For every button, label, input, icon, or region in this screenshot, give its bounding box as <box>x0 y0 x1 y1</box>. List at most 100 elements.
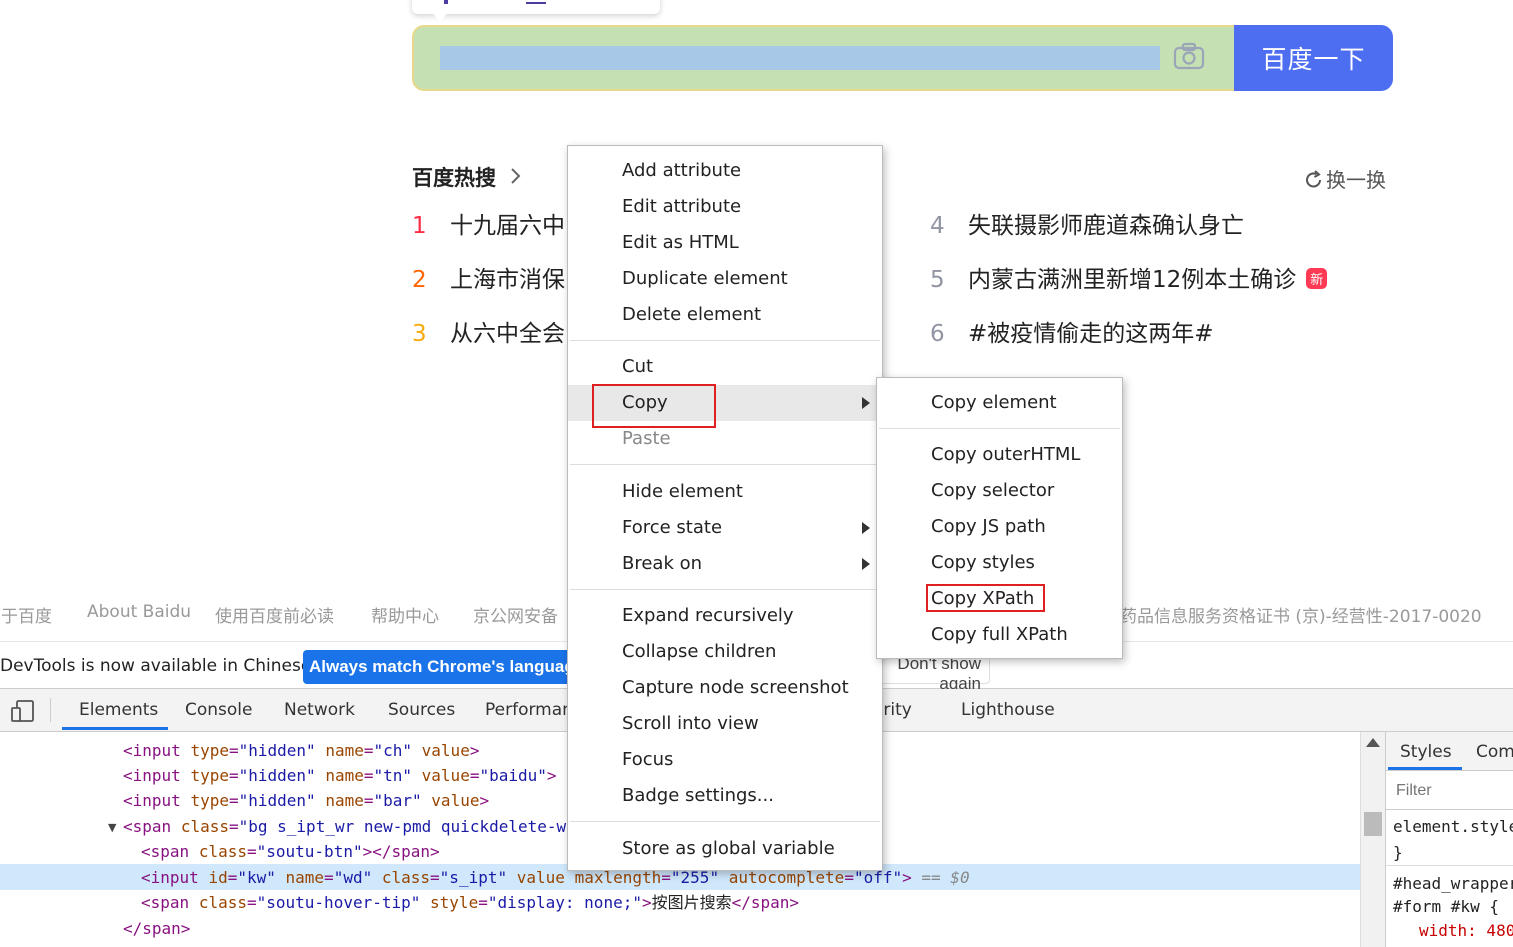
tag: > <box>469 741 480 760</box>
style-rule-selector: #form #kw { <box>1393 897 1499 916</box>
menu-copy[interactable]: Copy <box>568 385 882 421</box>
attr: value <box>421 766 470 785</box>
hot-item-1[interactable]: 1 十九届六中 <box>412 206 565 240</box>
footer-link-about-en[interactable]: About Baidu <box>87 602 191 622</box>
submenu-copy-styles[interactable]: Copy styles <box>877 545 1122 581</box>
banner-text: DevTools is now available in Chinese! <box>0 656 319 676</box>
tab-performance[interactable]: Performance <box>485 700 570 720</box>
tab-elements[interactable]: Elements <box>79 700 158 720</box>
style-property[interactable]: width: 480px; <box>1419 921 1513 940</box>
menu-expand-recursively[interactable]: Expand recursively <box>568 598 882 634</box>
val: "kw" <box>237 868 276 887</box>
dom-line[interactable]: </span> <box>123 916 190 941</box>
menu-capture-node-screenshot[interactable]: Capture node screenshot <box>568 670 882 706</box>
footer-link-terms[interactable]: 使用百度前必读 <box>215 602 334 627</box>
menu-badge-settings[interactable]: Badge settings... <box>568 778 882 814</box>
val: "soutu-hover-tip" <box>256 893 421 912</box>
menu-edit-as-html[interactable]: Edit as HTML <box>568 225 882 261</box>
menu-force-state[interactable]: Force state <box>568 510 882 546</box>
tab-lighthouse[interactable]: Lighthouse <box>961 700 1055 720</box>
tag: > <box>641 893 652 912</box>
menu-duplicate-element[interactable]: Duplicate element <box>568 261 882 297</box>
hot-text: #被疫情偷走的这两年# <box>968 321 1214 347</box>
val: "s_ipt" <box>439 868 508 887</box>
dom-line[interactable]: <input type="hidden" name="tn" value="ba… <box>123 763 557 788</box>
menu-break-on[interactable]: Break on <box>568 546 882 582</box>
submenu-copy-selector[interactable]: Copy selector <box>877 473 1122 509</box>
hot-text: 从六中全会 <box>450 321 565 347</box>
chevron-right-icon[interactable] <box>508 166 524 186</box>
footer-link-license[interactable]: 药品信息服务资格证书 (京)-经营性-2017-0020 <box>1120 602 1513 627</box>
tag: <input <box>123 766 181 785</box>
hot-item-2[interactable]: 2 上海市消保 <box>412 260 565 294</box>
hot-search-title[interactable]: 百度热搜 <box>412 162 496 192</box>
styles-filter-input[interactable] <box>1386 772 1513 810</box>
tab-separator <box>50 698 51 722</box>
tooltip-caret <box>430 10 450 22</box>
dom-line[interactable]: <span class="soutu-btn"></span> <box>141 839 440 864</box>
style-rule-separator <box>1386 865 1513 866</box>
footer-link-about[interactable]: 关于百度 <box>0 602 52 627</box>
attr: style <box>430 893 479 912</box>
submenu-arrow-icon <box>862 397 870 409</box>
menu-collapse-children[interactable]: Collapse children <box>568 634 882 670</box>
menu-edit-attribute[interactable]: Edit attribute <box>568 189 882 225</box>
attr: class <box>198 842 247 861</box>
footer-link-police[interactable]: 京公网安备 <box>473 602 558 627</box>
camera-icon[interactable] <box>1170 40 1208 74</box>
copy-submenu: Copy element Copy outerHTML Copy selecto… <box>876 377 1123 659</box>
menu-delete-element[interactable]: Delete element <box>568 297 882 333</box>
scroll-up-icon[interactable] <box>1366 738 1380 747</box>
menu-store-global-variable[interactable]: Store as global variable <box>568 831 882 867</box>
submenu-copy-outerhtml[interactable]: Copy outerHTML <box>877 437 1122 473</box>
dom-line[interactable]: <input type="hidden" name="ch" value> <box>123 738 479 763</box>
hot-rank: 1 <box>412 213 427 239</box>
tab-console[interactable]: Console <box>185 700 253 720</box>
menu-copy-label: Copy <box>622 392 668 413</box>
node-text: 按图片搜索 <box>651 893 732 912</box>
hot-rank: 4 <box>930 213 945 239</box>
device-toolbar-icon[interactable] <box>10 699 36 723</box>
hot-text: 十九届六中 <box>450 213 565 239</box>
hot-item-4[interactable]: 4 失联摄影师鹿道森确认身亡 <box>930 206 1244 240</box>
dom-line[interactable]: <span class="bg s_ipt_wr new-pmd quickde… <box>123 814 614 839</box>
val: "wd" <box>333 868 373 887</box>
search-button[interactable]: 百度一下 <box>1234 25 1393 91</box>
footer-link-help[interactable]: 帮助中心 <box>371 602 439 627</box>
hot-item-3[interactable]: 3 从六中全会 <box>412 314 565 348</box>
menu-cut[interactable]: Cut <box>568 349 882 385</box>
refresh-button[interactable]: 换一换 <box>1304 164 1386 193</box>
tag: <input <box>123 741 181 760</box>
hot-item-5[interactable]: 5 内蒙古满洲里新增12例本土确诊新 <box>930 260 1328 294</box>
menu-force-state-label: Force state <box>622 517 723 538</box>
menu-separator <box>570 821 880 822</box>
submenu-copy-xpath[interactable]: Copy XPath <box>877 581 1122 617</box>
attr: name <box>325 766 364 785</box>
search-input[interactable] <box>440 46 1160 70</box>
menu-add-attribute[interactable]: Add attribute <box>568 153 882 189</box>
tab-computed[interactable]: Computed <box>1476 742 1513 762</box>
scroll-thumb[interactable] <box>1364 812 1382 836</box>
hot-item-6[interactable]: 6 #被疫情偷走的这两年# <box>930 314 1214 348</box>
attr: value <box>421 741 470 760</box>
dom-line[interactable]: <span class="soutu-hover-tip" style="dis… <box>141 890 799 915</box>
hot-rank: 3 <box>412 321 427 347</box>
elements-scrollbar[interactable] <box>1360 732 1386 947</box>
submenu-copy-element[interactable]: Copy element <box>877 385 1122 421</box>
hot-text: 失联摄影师鹿道森确认身亡 <box>968 213 1244 239</box>
submenu-copy-js-path[interactable]: Copy JS path <box>877 509 1122 545</box>
tab-sources[interactable]: Sources <box>388 700 455 720</box>
menu-focus[interactable]: Focus <box>568 742 882 778</box>
menu-separator <box>879 428 1120 429</box>
tab-network[interactable]: Network <box>284 700 355 720</box>
attr: id <box>208 868 228 887</box>
val: "bg s_ipt_wr new-pmd quickdelete-wrap" <box>238 817 605 836</box>
match-language-button[interactable]: Always match Chrome's language <box>303 650 573 684</box>
menu-break-on-label: Break on <box>622 553 703 574</box>
tab-styles[interactable]: Styles <box>1400 742 1452 762</box>
dom-line[interactable]: <input type="hidden" name="bar" value> <box>123 788 489 813</box>
submenu-copy-full-xpath[interactable]: Copy full XPath <box>877 617 1122 653</box>
val: "display: none;" <box>487 893 642 912</box>
menu-scroll-into-view[interactable]: Scroll into view <box>568 706 882 742</box>
menu-hide-element[interactable]: Hide element <box>568 474 882 510</box>
